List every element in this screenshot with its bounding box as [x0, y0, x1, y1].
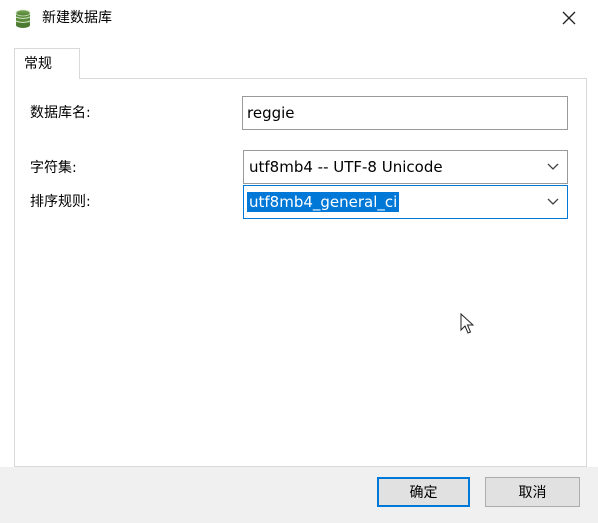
collation-value: utf8mb4_general_ci: [247, 192, 400, 212]
tab-general-label: 常规: [24, 56, 52, 72]
close-button[interactable]: [554, 4, 584, 32]
mouse-cursor-icon: [460, 313, 474, 334]
db-name-input[interactable]: [242, 96, 568, 130]
ok-button[interactable]: 确定: [377, 477, 470, 507]
cancel-button[interactable]: 取消: [485, 477, 580, 507]
collation-select[interactable]: utf8mb4_general_ci: [243, 185, 568, 219]
general-panel: [14, 78, 587, 467]
charset-label: 字符集:: [30, 160, 77, 176]
charset-value: utf8mb4 -- UTF-8 Unicode: [249, 158, 443, 176]
chevron-down-icon: [547, 163, 559, 170]
chevron-down-icon: [547, 198, 559, 205]
window-title: 新建数据库: [42, 10, 112, 26]
db-name-label: 数据库名:: [30, 105, 91, 121]
new-database-dialog: 新建数据库 常规 数据库名: 字符集: utf8mb4 -- UTF-8 Uni…: [0, 0, 598, 523]
collation-label: 排序规则:: [30, 194, 91, 210]
tab-general[interactable]: 常规: [14, 48, 80, 79]
title-bar: 新建数据库: [0, 0, 598, 36]
charset-select[interactable]: utf8mb4 -- UTF-8 Unicode: [243, 150, 568, 184]
database-icon: [15, 9, 31, 28]
close-icon: [562, 11, 576, 25]
